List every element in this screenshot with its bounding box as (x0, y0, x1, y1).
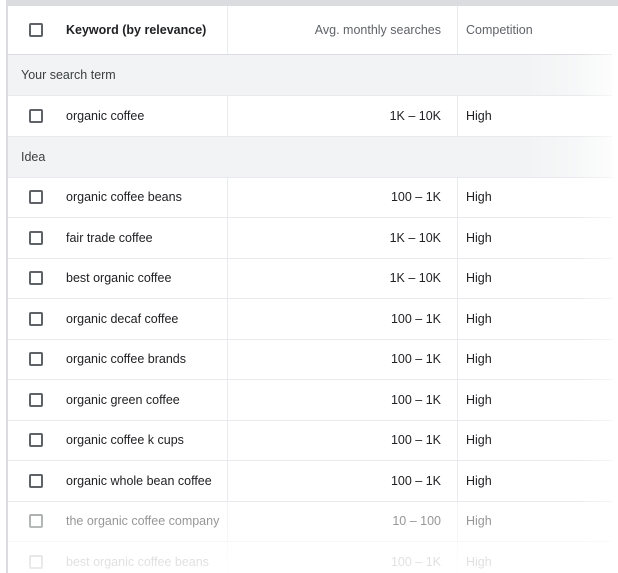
table-row[interactable]: organic coffee k cups 100 – 1K High (8, 420, 612, 461)
select-all-cell (8, 6, 66, 54)
table-row[interactable]: organic coffee brands 100 – 1K High (8, 339, 612, 380)
search-term-rows: organic coffee 1K – 10K High (8, 96, 612, 137)
competition-cell: High (466, 514, 492, 529)
row-select-cell (8, 178, 66, 218)
select-all-checkbox[interactable] (29, 23, 43, 37)
table-row[interactable]: the organic coffee company 10 – 100 High (8, 501, 612, 542)
searches-cell: 100 – 1K (228, 542, 458, 573)
competition-cell: High (466, 271, 492, 286)
table-row[interactable]: organic whole bean coffee 100 – 1K High (8, 461, 612, 502)
row-select-cell (8, 259, 66, 299)
keyword-table: Keyword (by relevance) Avg. monthly sear… (8, 6, 612, 573)
row-select-cell (8, 461, 66, 501)
searches-cell: 100 – 1K (228, 461, 458, 501)
row-checkbox[interactable] (29, 473, 43, 488)
table-row[interactable]: organic coffee beans 100 – 1K High (8, 177, 612, 218)
row-select-cell (8, 502, 66, 542)
competition-cell: High (466, 554, 492, 569)
competition-cell: High (466, 392, 492, 407)
searches-cell: 100 – 1K (228, 339, 458, 379)
row-checkbox[interactable] (29, 514, 43, 529)
row-checkbox[interactable] (29, 311, 43, 326)
row-checkbox[interactable] (29, 554, 43, 569)
keyword-cell: organic coffee k cups (66, 420, 228, 460)
keyword-cell: organic decaf coffee (66, 299, 228, 339)
row-select-cell (8, 218, 66, 258)
keyword-cell: best organic coffee (66, 258, 228, 298)
row-checkbox[interactable] (29, 392, 43, 407)
keyword-cell: the organic coffee company (66, 501, 228, 541)
row-select-cell (8, 96, 66, 136)
keyword-cell: organic whole bean coffee (66, 461, 228, 501)
table-row[interactable]: organic green coffee 100 – 1K High (8, 380, 612, 421)
row-select-cell (8, 542, 66, 573)
competition-cell: High (466, 230, 492, 245)
competition-cell: High (466, 108, 492, 123)
column-header-keyword[interactable]: Keyword (by relevance) (66, 6, 228, 54)
keyword-cell: organic coffee beans (66, 177, 228, 217)
idea-rows: organic coffee beans 100 – 1K High fair … (8, 177, 612, 573)
table-row[interactable]: organic coffee 1K – 10K High (8, 96, 612, 137)
keyword-cell: best organic coffee beans (66, 542, 228, 573)
column-header-searches[interactable]: Avg. monthly searches (228, 6, 458, 54)
row-select-cell (8, 340, 66, 380)
table-row[interactable]: organic decaf coffee 100 – 1K High (8, 299, 612, 340)
keyword-ideas-panel: Keyword (by relevance) Avg. monthly sear… (6, 0, 618, 573)
row-select-cell (8, 421, 66, 461)
row-checkbox[interactable] (29, 271, 43, 286)
searches-cell: 1K – 10K (228, 258, 458, 298)
searches-cell: 10 – 100 (228, 501, 458, 541)
competition-cell: High (466, 433, 492, 448)
group-header-search-term: Your search term (8, 55, 612, 96)
row-checkbox[interactable] (29, 352, 43, 367)
searches-cell: 100 – 1K (228, 420, 458, 460)
table-header-row: Keyword (by relevance) Avg. monthly sear… (8, 6, 612, 55)
keyword-cell: organic coffee (66, 96, 228, 136)
searches-cell: 1K – 10K (228, 218, 458, 258)
competition-cell: High (466, 190, 492, 205)
row-checkbox[interactable] (29, 108, 43, 123)
competition-cell: High (466, 352, 492, 367)
column-header-competition[interactable]: Competition (458, 6, 612, 54)
table-row[interactable]: fair trade coffee 1K – 10K High (8, 218, 612, 259)
row-select-cell (8, 380, 66, 420)
searches-cell: 100 – 1K (228, 380, 458, 420)
row-checkbox[interactable] (29, 230, 43, 245)
keyword-cell: organic green coffee (66, 380, 228, 420)
table-row[interactable]: best organic coffee 1K – 10K High (8, 258, 612, 299)
table-row[interactable]: best organic coffee beans 100 – 1K High (8, 542, 612, 573)
row-checkbox[interactable] (29, 433, 43, 448)
group-header-idea: Idea (8, 136, 612, 178)
searches-cell: 1K – 10K (228, 96, 458, 136)
searches-cell: 100 – 1K (228, 299, 458, 339)
competition-cell: High (466, 311, 492, 326)
keyword-cell: organic coffee brands (66, 339, 228, 379)
row-select-cell (8, 299, 66, 339)
competition-cell: High (466, 473, 492, 488)
keyword-cell: fair trade coffee (66, 218, 228, 258)
searches-cell: 100 – 1K (228, 177, 458, 217)
row-checkbox[interactable] (29, 190, 43, 205)
